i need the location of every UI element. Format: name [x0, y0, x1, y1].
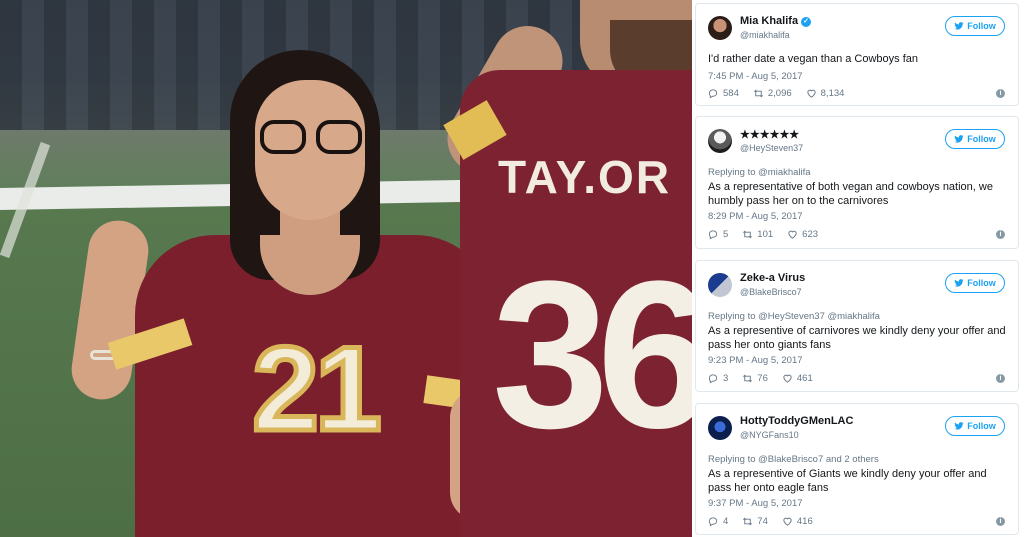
display-name[interactable]: ★★★★★★ [740, 128, 799, 141]
tweet-card: ★★★★★★ @HeySteven37 Follow Replying to @… [695, 116, 1019, 249]
info-icon[interactable]: i [996, 89, 1005, 98]
like-button[interactable]: 461 [782, 373, 813, 384]
heart-icon [783, 374, 792, 383]
tweet-card: Zeke-a Virus @BlakeBrisco7 Follow Replyi… [695, 260, 1019, 392]
follow-button[interactable]: Follow [945, 416, 1005, 436]
tweet-text: I'd rather date a vegan than a Cowboys f… [708, 53, 919, 65]
retweet-count: 74 [757, 516, 768, 527]
retweet-button[interactable]: 74 [742, 516, 768, 527]
tweet-text: As a representive of carnivores we kindl… [708, 325, 1006, 351]
user-handle[interactable]: @NYGFans10 [740, 430, 799, 440]
follow-label: Follow [967, 278, 996, 288]
follow-button[interactable]: Follow [945, 129, 1005, 149]
replying-to[interactable]: Replying to @BlakeBrisco7 and 2 others [708, 454, 879, 465]
reply-icon [708, 374, 718, 384]
avatar[interactable] [708, 273, 732, 297]
avatar[interactable] [708, 16, 732, 40]
info-icon[interactable]: i [996, 374, 1005, 383]
like-button[interactable]: 8,134 [806, 88, 845, 99]
verified-badge-icon: ✓ [801, 17, 812, 27]
user-handle[interactable]: @BlakeBrisco7 [740, 287, 802, 297]
retweet-icon [743, 374, 753, 383]
user-handle[interactable]: @HeySteven37 [740, 143, 803, 153]
like-count: 8,134 [820, 88, 845, 99]
retweet-icon [743, 230, 753, 239]
twitter-bird-icon [954, 279, 964, 287]
retweet-icon [743, 517, 753, 526]
tweet-card: HottyToddyGMenLAC @NYGFans10 Follow Repl… [695, 403, 1019, 535]
follow-label: Follow [967, 134, 996, 144]
tweet-actions: 4 74 416 [708, 516, 813, 527]
reply-button[interactable]: 584 [708, 88, 739, 99]
like-count: 461 [796, 373, 813, 384]
timestamp[interactable]: 8:29 PM - Aug 5, 2017 [708, 211, 803, 222]
tweet-actions: 584 2,096 8,134 [708, 88, 844, 99]
reply-button[interactable]: 5 [708, 229, 728, 240]
user-handle[interactable]: @miakhalifa [740, 30, 790, 40]
twitter-bird-icon [954, 135, 964, 143]
retweet-icon [753, 89, 763, 98]
display-name[interactable]: HottyToddyGMenLAC [740, 415, 853, 427]
woman-in-jersey: 21 [67, 20, 505, 537]
info-icon[interactable]: i [996, 517, 1005, 526]
twitter-bird-icon [954, 422, 964, 430]
reply-icon [708, 517, 718, 527]
follow-button[interactable]: Follow [945, 16, 1005, 36]
avatar[interactable] [708, 129, 732, 153]
retweet-count: 76 [757, 373, 768, 384]
reply-icon [708, 230, 718, 240]
timestamp[interactable]: 9:37 PM - Aug 5, 2017 [708, 498, 803, 509]
like-count: 416 [796, 516, 813, 527]
timestamp[interactable]: 9:23 PM - Aug 5, 2017 [708, 355, 803, 366]
tweet-text: As a representive of Giants we kindly de… [708, 468, 987, 494]
retweet-count: 2,096 [767, 88, 792, 99]
retweet-count: 101 [757, 229, 774, 240]
follow-label: Follow [967, 421, 996, 431]
man-in-jersey: TAY.OR 36 [434, 0, 692, 537]
display-name[interactable]: Zeke-a Virus [740, 272, 805, 284]
tweet-text: As a representative of both vegan and co… [708, 181, 993, 207]
reply-count: 4 [723, 516, 729, 527]
replying-to[interactable]: Replying to @miakhalifa [708, 167, 811, 178]
photo: 21 TAY.OR 36 [0, 0, 692, 537]
like-button[interactable]: 416 [782, 516, 813, 527]
follow-label: Follow [967, 21, 996, 31]
twitter-bird-icon [954, 22, 964, 30]
tweet-card: Mia Khalifa ✓ @miakhalifa Follow I'd rath… [695, 3, 1019, 106]
like-button[interactable]: 623 [787, 229, 818, 240]
tweet-stack: Mia Khalifa ✓ @miakhalifa Follow I'd rath… [692, 0, 1024, 537]
heart-icon [788, 230, 797, 239]
jersey-number-right: 36 [492, 237, 692, 472]
display-name[interactable]: Mia Khalifa ✓ [740, 15, 812, 27]
retweet-button[interactable]: 76 [742, 373, 768, 384]
follow-button[interactable]: Follow [945, 273, 1005, 293]
reply-count: 584 [723, 88, 739, 99]
heart-icon [807, 89, 816, 98]
like-count: 623 [802, 229, 819, 240]
reply-count: 5 [723, 229, 729, 240]
retweet-button[interactable]: 2,096 [753, 88, 792, 99]
jersey-name-right: TAY.OR [498, 151, 672, 203]
tweet-actions: 3 76 461 [708, 373, 813, 384]
reply-button[interactable]: 4 [708, 516, 728, 527]
tweet-actions: 5 101 623 [708, 229, 818, 240]
heart-icon [783, 517, 792, 526]
timestamp[interactable]: 7:45 PM - Aug 5, 2017 [708, 71, 803, 82]
info-icon[interactable]: i [996, 230, 1005, 239]
reply-icon [708, 89, 718, 99]
reply-count: 3 [723, 373, 729, 384]
avatar[interactable] [708, 416, 732, 440]
display-name-text: Mia Khalifa [740, 15, 799, 27]
retweet-button[interactable]: 101 [742, 229, 773, 240]
reply-button[interactable]: 3 [708, 373, 728, 384]
glasses-icon [260, 120, 364, 154]
replying-to[interactable]: Replying to @HeySteven37 @miakhalifa [708, 311, 880, 322]
jersey-number-left: 21 [250, 320, 384, 459]
